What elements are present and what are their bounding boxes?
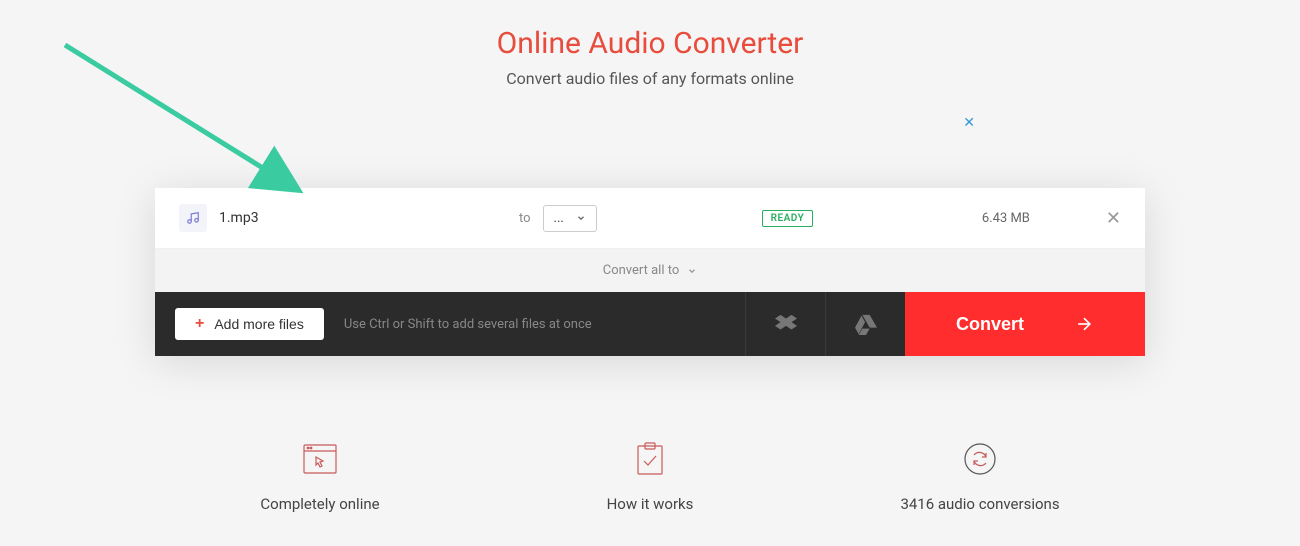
feature-online: Completely online bbox=[155, 441, 485, 513]
add-more-files-button[interactable]: + Add more files bbox=[175, 308, 324, 340]
close-icon[interactable]: ✕ bbox=[1106, 208, 1121, 229]
arrow-right-icon bbox=[1074, 314, 1094, 334]
convert-button[interactable]: Convert bbox=[905, 292, 1145, 356]
plus-icon: + bbox=[195, 315, 204, 333]
feature-label: 3416 audio conversions bbox=[815, 495, 1145, 513]
feature-conversions: 3416 audio conversions bbox=[815, 441, 1145, 513]
action-bar: + Add more files Use Ctrl or Shift to ad… bbox=[155, 292, 1145, 356]
features-row: Completely online How it works 3416 audi… bbox=[155, 441, 1145, 513]
dropbox-button[interactable] bbox=[745, 292, 825, 356]
converter-panel: 1.mp3 to ... READY 6.43 MB ✕ Convert all… bbox=[155, 188, 1145, 356]
dropbox-icon bbox=[775, 313, 797, 335]
page-title: Online Audio Converter bbox=[0, 26, 1300, 61]
chevron-down-icon bbox=[576, 213, 586, 223]
clipboard-check-icon bbox=[485, 441, 815, 477]
feature-label: Completely online bbox=[155, 495, 485, 513]
convert-all-row[interactable]: Convert all to bbox=[155, 249, 1145, 292]
file-size: 6.43 MB bbox=[906, 211, 1106, 226]
page-subtitle: Convert audio files of any formats onlin… bbox=[0, 69, 1300, 88]
hint-text: Use Ctrl or Shift to add several files a… bbox=[344, 317, 592, 332]
feature-how-it-works: How it works bbox=[485, 441, 815, 513]
feature-label: How it works bbox=[485, 495, 815, 513]
format-value: ... bbox=[554, 211, 564, 226]
add-more-label: Add more files bbox=[214, 316, 303, 332]
google-drive-button[interactable] bbox=[825, 292, 905, 356]
browser-cursor-icon bbox=[155, 441, 485, 477]
close-ad-icon[interactable]: ✕ bbox=[963, 115, 975, 131]
format-select[interactable]: ... bbox=[543, 205, 597, 232]
chevron-down-icon bbox=[687, 266, 697, 276]
status-badge: READY bbox=[762, 210, 814, 227]
convert-all-label: Convert all to bbox=[603, 263, 680, 278]
file-row: 1.mp3 to ... READY 6.43 MB ✕ bbox=[155, 188, 1145, 249]
file-name: 1.mp3 bbox=[219, 210, 519, 226]
music-note-icon bbox=[179, 204, 207, 232]
refresh-icon bbox=[815, 441, 1145, 477]
convert-label: Convert bbox=[956, 314, 1024, 335]
to-label: to bbox=[519, 211, 531, 226]
google-drive-icon bbox=[855, 313, 877, 335]
